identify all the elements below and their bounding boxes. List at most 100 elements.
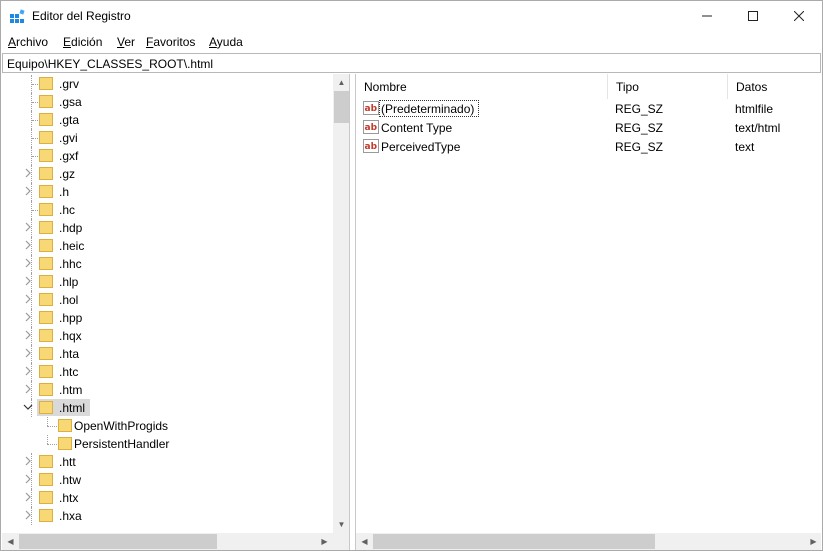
values-list-pane[interactable]: Nombre Tipo Datos ab (Predeterminado) REG_…	[355, 74, 821, 550]
tree-vertical-scrollbar[interactable]: ▲ ▼	[333, 74, 349, 533]
tree-item[interactable]: .hxa	[2, 507, 332, 525]
chevron-right-icon[interactable]	[23, 168, 33, 180]
tree-connector	[32, 156, 38, 157]
tree-item[interactable]: .hta	[2, 345, 332, 363]
tree-item[interactable]: .hhc	[2, 255, 332, 273]
tree-item-label: .hc	[59, 203, 76, 217]
maximize-icon	[748, 11, 758, 21]
tree-item-label: .hlp	[59, 275, 79, 289]
maximize-button[interactable]	[730, 1, 776, 31]
folder-icon	[39, 185, 53, 198]
tree-item[interactable]: .hqx	[2, 327, 332, 345]
value-name: PerceivedType	[381, 140, 461, 154]
folder-icon	[39, 239, 53, 252]
value-data: text	[735, 140, 755, 154]
tree-child-item[interactable]: PersistentHandler	[2, 435, 332, 453]
scroll-left-icon[interactable]: ◀	[356, 533, 373, 550]
tree-item[interactable]: .grv	[2, 75, 332, 93]
tree-item[interactable]: .hc	[2, 201, 332, 219]
folder-icon	[39, 383, 53, 396]
menu-archivo[interactable]: Archivo	[8, 35, 48, 49]
tree-item[interactable]: .gsa	[2, 93, 332, 111]
tree-horizontal-scrollbar[interactable]: ◀ ▶	[2, 533, 333, 550]
menu-favoritos[interactable]: Favoritos	[146, 35, 195, 49]
chevron-right-icon[interactable]	[23, 492, 33, 504]
menu-ayuda[interactable]: Ayuda	[209, 35, 243, 49]
tree-item-label: .htt	[59, 455, 76, 469]
menu-bar: Archivo Edición Ver Favoritos Ayuda	[1, 32, 822, 52]
tree-item[interactable]: .gvi	[2, 129, 332, 147]
chevron-right-icon[interactable]	[23, 384, 33, 396]
menu-edicion[interactable]: Edición	[63, 35, 102, 49]
tree-item[interactable]: .heic	[2, 237, 332, 255]
menu-ver[interactable]: Ver	[117, 35, 135, 49]
chevron-right-icon[interactable]	[23, 258, 33, 270]
address-path[interactable]: Equipo\HKEY_CLASSES_ROOT\.html	[7, 57, 213, 71]
value-row[interactable]: ab PerceivedType REG_SZ text	[356, 137, 821, 156]
registry-editor-icon	[10, 9, 25, 23]
folder-icon	[39, 113, 53, 126]
tree-item[interactable]: .htm	[2, 381, 332, 399]
folder-icon	[39, 95, 53, 108]
tree-item-label: .hol	[59, 293, 79, 307]
column-header-tipo[interactable]: Tipo	[608, 74, 728, 99]
close-button[interactable]	[776, 1, 822, 31]
chevron-right-icon[interactable]	[23, 456, 33, 468]
chevron-right-icon[interactable]	[23, 276, 33, 288]
tree-item[interactable]: .hol	[2, 291, 332, 309]
tree-item[interactable]: .html	[2, 399, 332, 417]
tree-connector	[47, 435, 48, 444]
address-bar[interactable]: Equipo\HKEY_CLASSES_ROOT\.html	[2, 53, 821, 73]
tree-item[interactable]: .gxf	[2, 147, 332, 165]
tree-item[interactable]: .hdp	[2, 219, 332, 237]
svg-text:ab: ab	[365, 142, 378, 152]
scroll-right-icon[interactable]: ▶	[316, 533, 333, 550]
chevron-right-icon[interactable]	[23, 348, 33, 360]
tree-item-label: .html	[59, 401, 86, 415]
chevron-right-icon[interactable]	[23, 366, 33, 378]
tree-item[interactable]: .gz	[2, 165, 332, 183]
tree-item[interactable]: .hpp	[2, 309, 332, 327]
chevron-right-icon[interactable]	[23, 240, 33, 252]
column-header-datos[interactable]: Datos	[728, 74, 821, 99]
chevron-right-icon[interactable]	[23, 222, 33, 234]
tree-item-label: .htx	[59, 491, 79, 505]
tree-item[interactable]: .htc	[2, 363, 332, 381]
chevron-right-icon[interactable]	[23, 474, 33, 486]
tree-item[interactable]: .h	[2, 183, 332, 201]
list-horizontal-scrollbar[interactable]: ◀ ▶	[356, 533, 821, 550]
tree-hscroll-thumb[interactable]	[19, 534, 217, 549]
tree-vscroll-thumb[interactable]	[334, 91, 349, 123]
tree-item[interactable]: .gta	[2, 111, 332, 129]
chevron-right-icon[interactable]	[23, 186, 33, 198]
column-header-nombre[interactable]: Nombre	[356, 74, 608, 99]
scroll-down-icon[interactable]: ▼	[333, 516, 349, 533]
window-title: Editor del Registro	[32, 9, 131, 23]
value-row[interactable]: ab Content Type REG_SZ text/html	[356, 118, 821, 137]
tree-child-item[interactable]: OpenWithProgids	[2, 417, 332, 435]
scroll-up-icon[interactable]: ▲	[333, 74, 349, 91]
tree-item-label: .heic	[59, 239, 85, 253]
tree-item[interactable]: .htt	[2, 453, 332, 471]
string-value-icon: ab	[363, 139, 379, 153]
tree-pane[interactable]: .grv .gsa .gta .gvi .gxf .gz .h .hc .hdp .heic .hh…	[2, 74, 350, 550]
string-value-icon: ab	[363, 120, 379, 134]
tree-connector	[32, 210, 38, 211]
chevron-down-icon[interactable]	[23, 402, 33, 414]
scroll-right-icon[interactable]: ▶	[805, 533, 821, 550]
chevron-right-icon[interactable]	[23, 330, 33, 342]
tree-connector	[32, 102, 38, 103]
scroll-left-icon[interactable]: ◀	[2, 533, 19, 550]
folder-icon	[39, 491, 53, 504]
minimize-button[interactable]	[684, 1, 730, 31]
tree-item[interactable]: .hlp	[2, 273, 332, 291]
list-hscroll-thumb[interactable]	[373, 534, 655, 549]
tree-item[interactable]: .htx	[2, 489, 332, 507]
chevron-right-icon[interactable]	[23, 312, 33, 324]
tree-item-label: .grv	[59, 77, 80, 91]
tree-item-label: OpenWithProgids	[74, 419, 169, 433]
value-row[interactable]: ab (Predeterminado) REG_SZ htmlfile	[356, 99, 821, 118]
tree-item[interactable]: .htw	[2, 471, 332, 489]
chevron-right-icon[interactable]	[23, 510, 33, 522]
chevron-right-icon[interactable]	[23, 294, 33, 306]
